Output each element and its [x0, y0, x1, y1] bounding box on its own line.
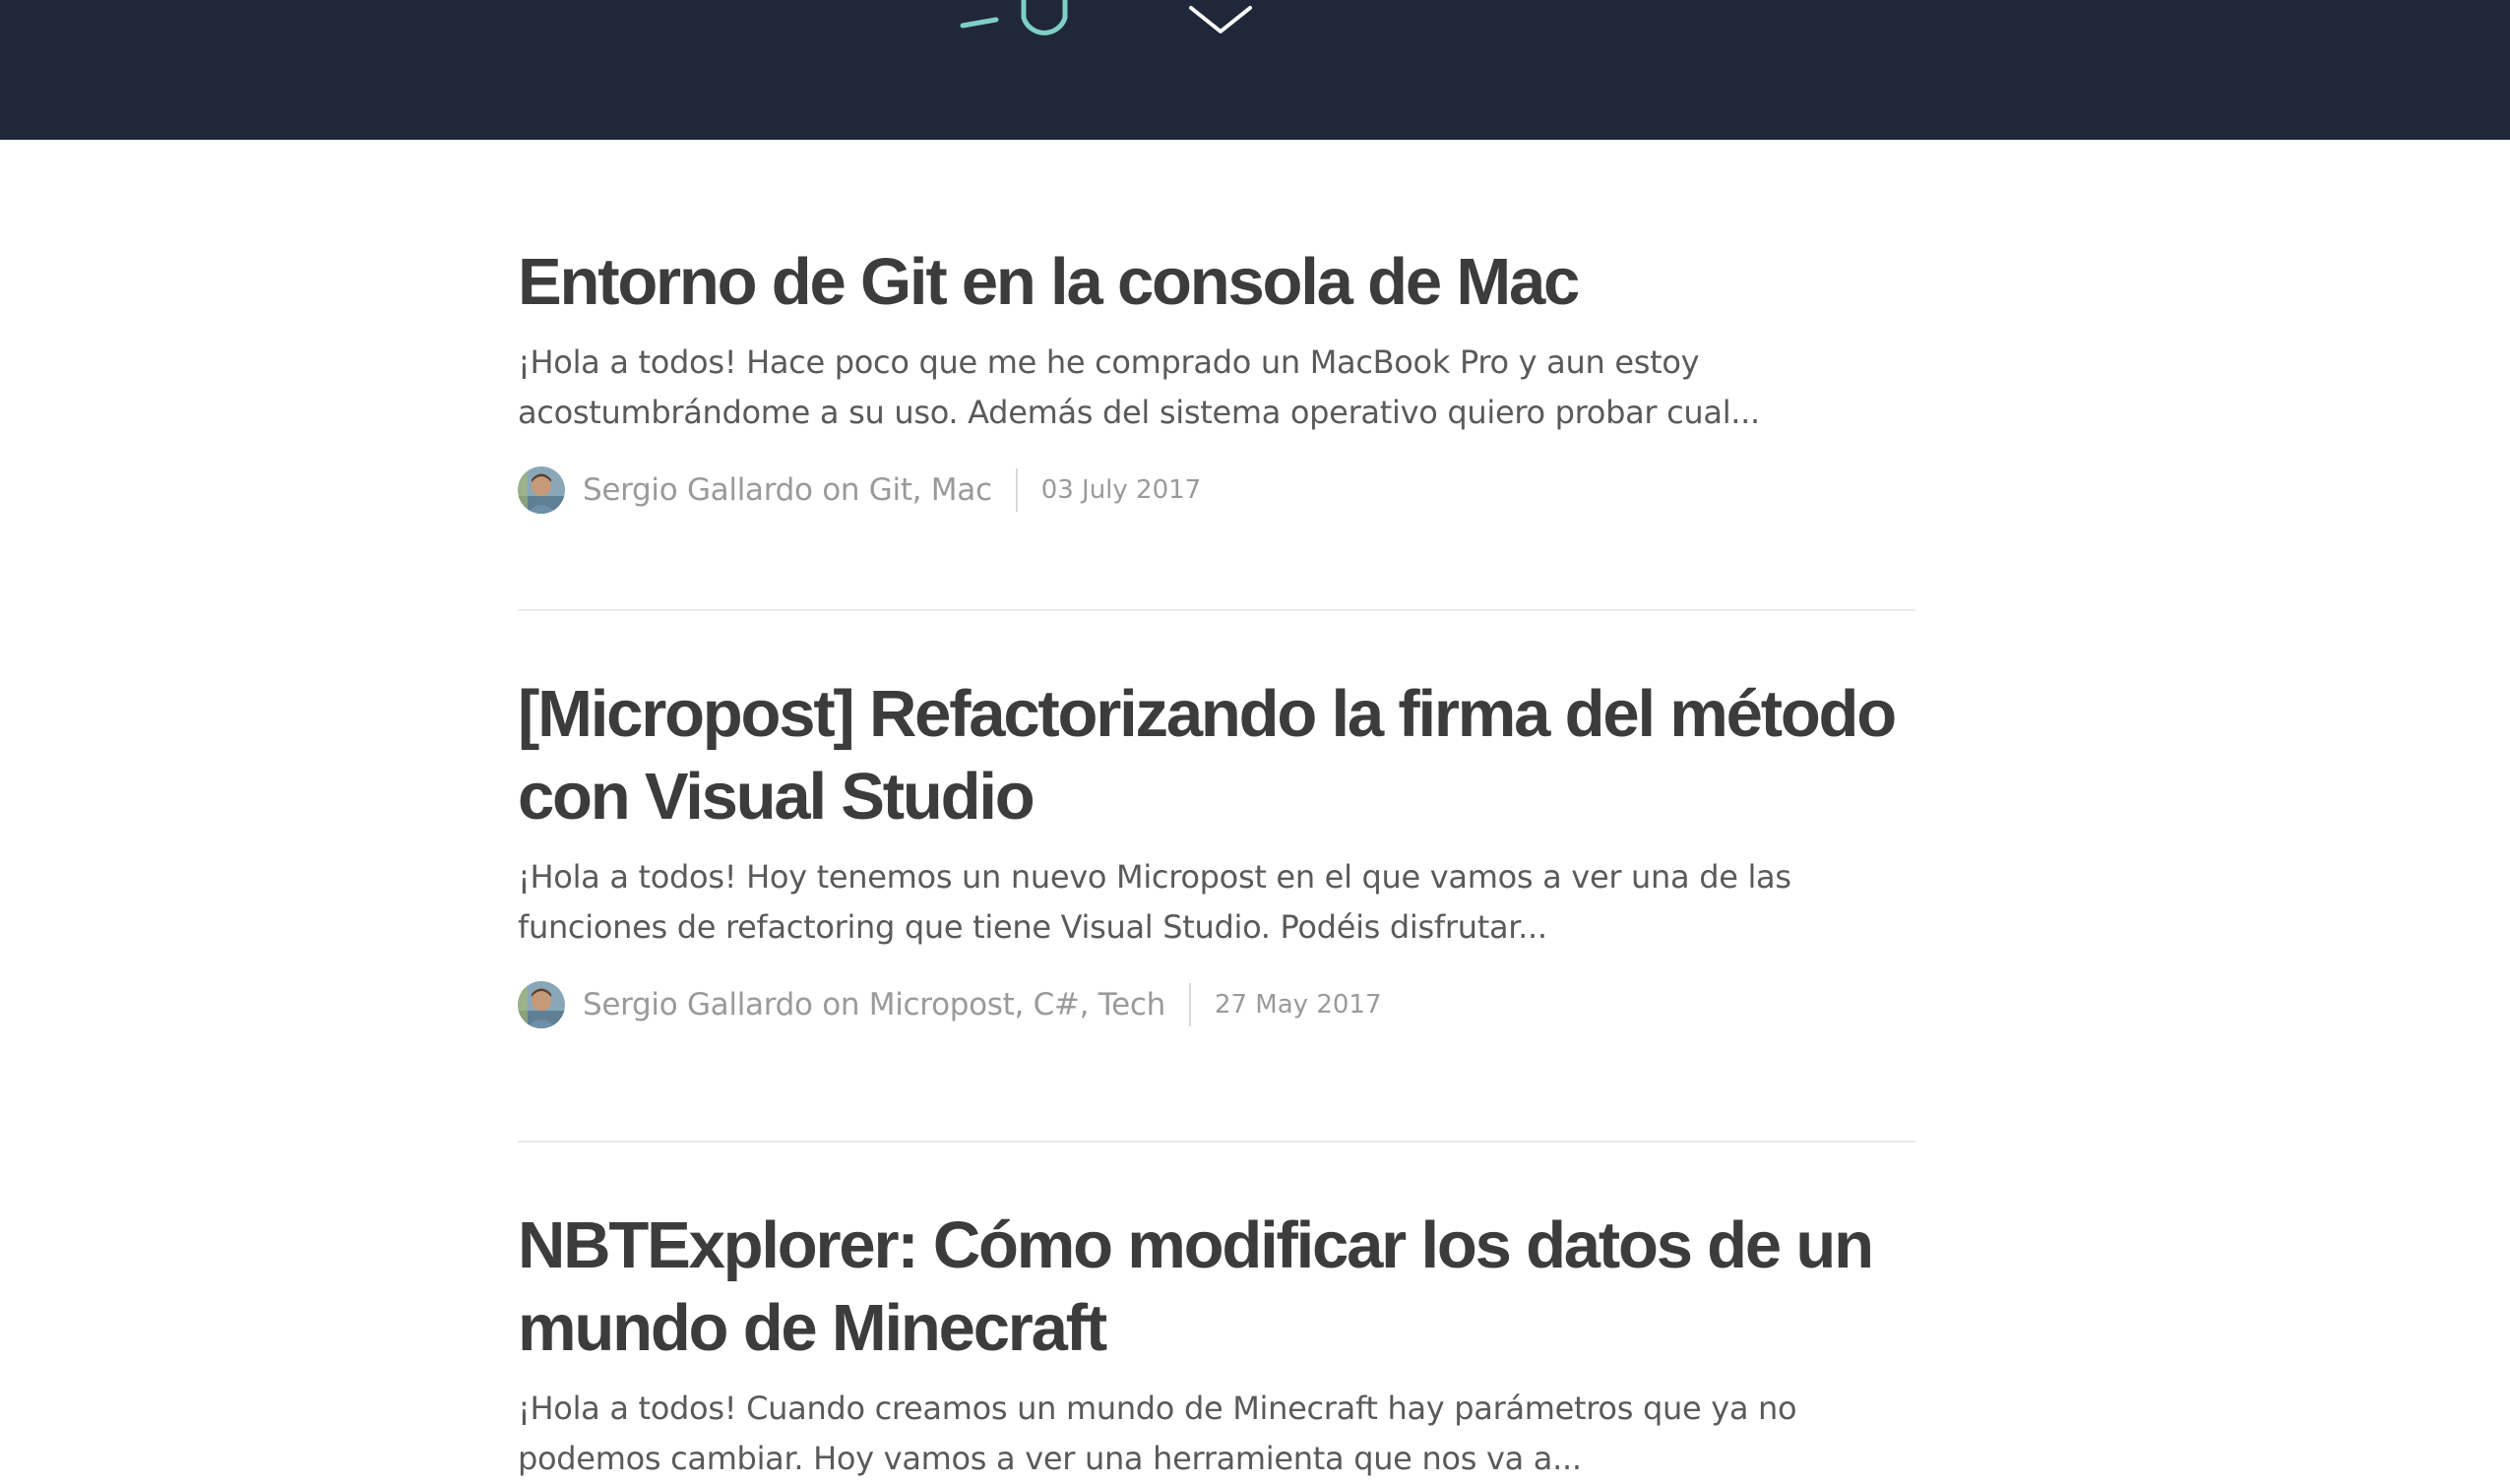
post-card: [Micropost] Refactorizando la firma del …: [518, 611, 1915, 1143]
site-logo-icon[interactable]: [955, 0, 1083, 39]
author-link[interactable]: Sergio Gallardo: [583, 987, 813, 1022]
chevron-down-icon[interactable]: [1181, 0, 1260, 44]
post-excerpt: ¡Hola a todos! Hace poco que me he compr…: [518, 343, 1760, 431]
post-card: NBTExplorer: Cómo modificar los datos de…: [518, 1143, 1915, 1484]
author-line: Sergio Gallardo on Micropost, C#, Tech: [583, 987, 1165, 1022]
post-meta: Sergio Gallardo on Git, Mac 03 July 2017: [518, 465, 1915, 515]
meta-divider: [1015, 468, 1018, 512]
on-label: on: [822, 472, 860, 508]
post-title[interactable]: Entorno de Git en la consola de Mac: [518, 241, 1915, 324]
author-link[interactable]: Sergio Gallardo: [583, 472, 813, 508]
post-excerpt: ¡Hola a todos! Cuando creamos un mundo d…: [518, 1390, 1797, 1477]
post-feed: Entorno de Git en la consola de Mac ¡Hol…: [518, 140, 1915, 1484]
post-card: Entorno de Git en la consola de Mac ¡Hol…: [518, 140, 1915, 611]
post-tags[interactable]: Git, Mac: [869, 472, 992, 508]
site-header: [0, 0, 2510, 140]
post-meta: Sergio Gallardo on Micropost, C#, Tech 2…: [518, 980, 1915, 1029]
post-title[interactable]: [Micropost] Refactorizando la firma del …: [518, 673, 1915, 838]
author-avatar[interactable]: [518, 981, 565, 1028]
on-label: on: [822, 987, 860, 1022]
post-date: 27 May 2017: [1214, 990, 1382, 1020]
meta-divider: [1188, 983, 1191, 1026]
post-title[interactable]: NBTExplorer: Cómo modificar los datos de…: [518, 1205, 1915, 1370]
post-tags[interactable]: Micropost, C#, Tech: [869, 987, 1165, 1022]
author-avatar[interactable]: [518, 466, 565, 514]
author-line: Sergio Gallardo on Git, Mac: [583, 472, 992, 508]
post-date: 03 July 2017: [1040, 475, 1202, 505]
post-excerpt: ¡Hola a todos! Hoy tenemos un nuevo Micr…: [518, 858, 1791, 946]
